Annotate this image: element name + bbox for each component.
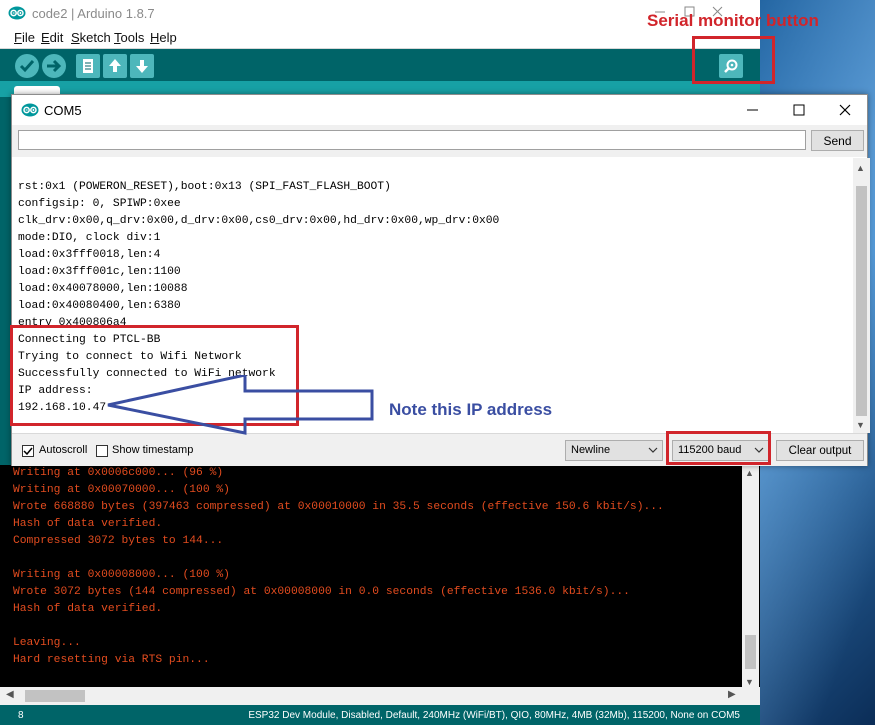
ide-console: Writing at 0x0006c000... (96 %) Writing … [0,465,760,691]
scroll-right-icon[interactable]: ▶ [728,689,736,700]
ide-menubar: File Edit Sketch Tools Help [0,28,760,49]
close-icon [839,104,851,116]
console-line: Wrote 668880 bytes (397463 compressed) a… [13,501,664,513]
serial-monitor-annotation: Serial monitor button [647,11,819,30]
console-line: Compressed 3072 bytes to 144... [13,535,224,547]
console-hscroll-thumb[interactable] [25,690,85,702]
output-line: load:0x3fff0018,len:4 [18,249,161,261]
maximize-button[interactable] [776,95,822,125]
ide-statusbar: 8 ESP32 Dev Module, Disabled, Default, 2… [0,705,760,725]
ip-arrow-icon [107,375,374,435]
console-line: Wrote 3072 bytes (144 compressed) at 0x0… [13,586,630,598]
output-line: configsip: 0, SPIWP:0xee [18,198,181,210]
output-line: load:0x40080400,len:6380 [18,300,181,312]
output-line: mode:DIO, clock div:1 [18,232,161,244]
menu-file[interactable]: File [14,30,35,45]
scroll-down-icon[interactable]: ▼ [856,420,865,430]
baud-highlight-box [666,431,771,465]
serial-monitor-title: COM5 [44,103,82,118]
save-sketch-button[interactable] [130,54,154,78]
clear-output-button[interactable]: Clear output [776,440,864,461]
autoscroll-label: Autoscroll [39,444,88,456]
document-icon [83,59,93,73]
check-icon [19,60,35,73]
arduino-logo-icon [8,6,26,25]
scroll-down-icon[interactable]: ▼ [745,677,754,687]
check-icon [23,447,33,456]
menu-edit[interactable]: Edit [41,30,63,45]
menu-help[interactable]: Help [150,30,177,45]
send-row: Send [12,125,867,157]
arduino-logo-icon [21,103,39,122]
console-vertical-scrollbar[interactable]: ▲ ▼ [742,465,759,691]
line-ending-select[interactable]: Newline [565,440,663,461]
scroll-left-icon[interactable]: ◀ [6,689,14,700]
show-timestamp-checkbox[interactable] [96,445,108,457]
close-button[interactable] [822,95,868,125]
console-horizontal-scrollbar[interactable]: ◀ ▶ [0,687,760,705]
output-line: clk_drv:0x00,q_drv:0x00,d_drv:0x00,cs0_d… [18,215,500,227]
console-scroll-thumb[interactable] [745,635,756,669]
upload-button[interactable] [42,54,66,78]
line-ending-value: Newline [571,444,611,456]
ide-titlebar: code2 | Arduino 1.8.7 [0,0,760,28]
output-line: load:0x40078000,len:10088 [18,283,188,295]
board-info: ESP32 Dev Module, Disabled, Default, 240… [248,710,740,721]
show-timestamp-label: Show timestamp [112,444,194,456]
ide-title: code2 | Arduino 1.8.7 [32,6,155,21]
minimize-button[interactable] [730,95,776,125]
scroll-up-icon[interactable]: ▲ [856,163,865,173]
minimize-icon [747,109,758,111]
line-number: 8 [18,710,24,721]
ide-toolbar [0,49,760,81]
output-line: load:0x3fff001c,len:1100 [18,266,181,278]
console-line: Leaving... [13,637,81,649]
arrow-right-icon [47,59,62,73]
serial-input[interactable] [18,130,806,150]
console-line: Hash of data verified. [13,518,163,530]
console-line: Writing at 0x00070000... (100 %) [13,484,230,496]
output-scroll-thumb[interactable] [856,186,867,416]
serial-monitor-highlight-box [692,36,775,84]
send-button[interactable]: Send [811,130,864,151]
menu-tools[interactable]: Tools [114,30,144,45]
console-line: Hash of data verified. [13,603,163,615]
console-line: Writing at 0x00008000... (100 %) [13,569,230,581]
ip-address-annotation: Note this IP address [389,400,553,419]
console-line: Hard resetting via RTS pin... [13,654,210,666]
arrow-up-icon [109,59,121,72]
open-sketch-button[interactable] [103,54,127,78]
output-vertical-scrollbar[interactable]: ▲ ▼ [853,158,870,433]
menu-sketch[interactable]: Sketch [71,30,111,45]
new-sketch-button[interactable] [76,54,100,78]
serial-monitor-titlebar: COM5 [12,95,867,125]
console-line: Writing at 0x0006c000... (96 %) [13,467,224,479]
maximize-icon [793,104,805,116]
chevron-down-icon [648,447,658,453]
scroll-up-icon[interactable]: ▲ [745,468,754,478]
output-line: rst:0x1 (POWERON_RESET),boot:0x13 (SPI_F… [18,181,391,193]
autoscroll-checkbox[interactable] [22,445,34,457]
verify-button[interactable] [15,54,39,78]
arrow-down-icon [136,60,148,73]
